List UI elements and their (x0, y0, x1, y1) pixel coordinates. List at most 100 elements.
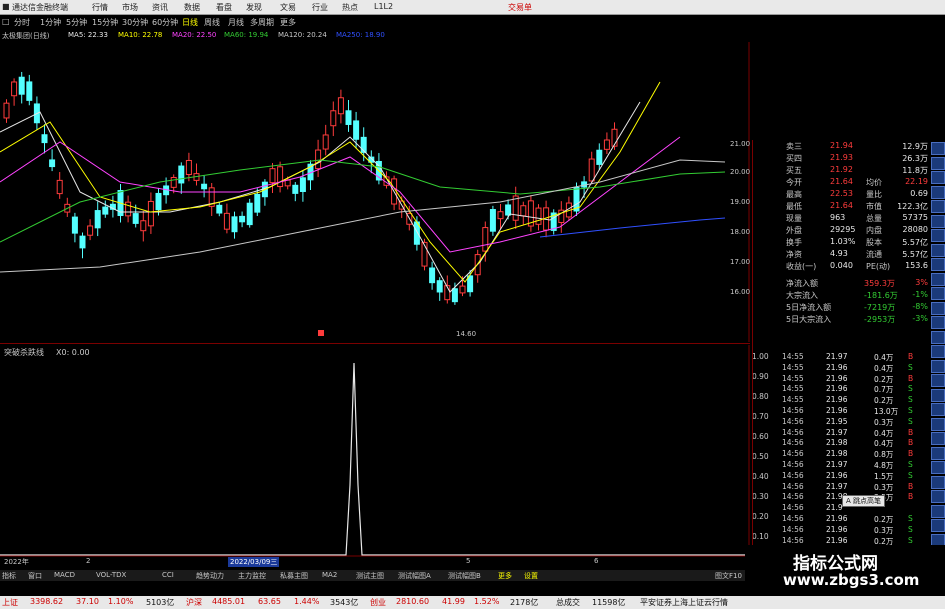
menu-wenyi[interactable]: 文易 (280, 2, 296, 13)
sidebar-tool-icon[interactable] (931, 200, 945, 213)
sidebar-tool-icon[interactable] (931, 461, 945, 474)
period-tab-1m[interactable]: 1分钟 (40, 17, 61, 28)
menu-data[interactable]: 数据 (184, 2, 200, 13)
menu-market[interactable]: 行情 (92, 2, 108, 13)
ma10-label: MA10: 22.78 (118, 31, 163, 39)
indicator-title: 突破杀跌线 (4, 347, 44, 357)
stock-name-label: 太极集团(日线) (2, 32, 50, 40)
tooltip: A 跳点高笔 (842, 495, 886, 507)
sidebar-tool-icon[interactable] (931, 417, 945, 431)
quote-right-value: 28080 (902, 225, 928, 234)
candle (429, 267, 436, 284)
indicator-tab[interactable]: MACD (54, 571, 75, 579)
sidebar-tool-icon[interactable] (931, 316, 945, 329)
period-tab-weekly[interactable]: 周线 (204, 17, 220, 28)
sidebar-tool-icon[interactable] (931, 272, 945, 286)
indicator-tab[interactable]: CCI (162, 571, 174, 579)
sidebar-tool-icon[interactable] (931, 258, 945, 271)
tick-time: 14:56 (782, 427, 804, 437)
indicator-tab[interactable]: MA2 (322, 571, 337, 579)
tick-volume: 0.2万 (874, 515, 894, 524)
status-hs-value: 4485.01 (212, 597, 246, 606)
indicator-tab[interactable]: 主力监控 (238, 571, 266, 581)
sidebar-tool-icon[interactable] (931, 403, 945, 416)
sidebar-tool-icon[interactable] (931, 519, 945, 532)
status-hs-pct: 1.44% (294, 597, 320, 606)
candle (216, 204, 223, 214)
sidebar-tool-icon[interactable] (931, 446, 945, 460)
indicator-tab[interactable]: 私募主图 (280, 571, 308, 581)
pane-divider (0, 343, 750, 344)
menu-hot[interactable]: 热点 (342, 2, 358, 13)
sidebar-tool-icon[interactable] (931, 330, 945, 344)
quote-right-value: 11.8万 (902, 166, 928, 175)
status-sh-label[interactable]: 上证 (2, 597, 18, 608)
period-tab-60m[interactable]: 60分钟 (152, 17, 178, 28)
period-tab-more[interactable]: 更多 (280, 17, 296, 28)
sidebar-tool-icon[interactable] (931, 432, 945, 445)
sidebar-tool-icon[interactable] (931, 171, 945, 184)
quote-label: 今开 (786, 178, 802, 187)
indicator-tab[interactable]: 测试主图 (356, 571, 384, 581)
sidebar-tool-icon[interactable] (931, 359, 945, 373)
tick-price: 21.98 (826, 449, 848, 459)
candle (18, 76, 25, 95)
event-marker-icon[interactable] (318, 330, 324, 336)
trade-button[interactable]: 交易单 (508, 2, 532, 13)
indicator-tab[interactable]: 设置 (524, 571, 538, 581)
candle (178, 165, 185, 184)
period-tab-fenshi[interactable]: 分时 (14, 17, 30, 28)
candlestick-chart[interactable]: 14.60 21.00 20.00 19.00 18.00 17.00 16.0… (0, 42, 750, 342)
flow-value: -2953万 (864, 315, 896, 324)
sidebar-tool-icon[interactable] (931, 374, 945, 387)
menu-l1l2[interactable]: L1L2 (374, 2, 393, 11)
sidebar-tool-icon[interactable] (931, 475, 945, 489)
period-tab-15m[interactable]: 15分钟 (92, 17, 118, 28)
sidebar-tool-icon[interactable] (931, 142, 945, 155)
ma60-label: MA60: 19.94 (224, 31, 269, 39)
f10-button[interactable]: 图文F10 (715, 571, 742, 581)
indicator-chart[interactable]: 突破杀跌线 X0: 0.00 (0, 345, 750, 557)
indicator-tab[interactable]: 窗口 (28, 571, 42, 581)
sidebar-tool-icon[interactable] (931, 301, 945, 315)
indicator-tab[interactable]: 测试幅图B (448, 571, 481, 581)
menu-discover[interactable]: 发现 (246, 2, 262, 13)
indicator-tab[interactable]: 指标 (2, 571, 16, 581)
sidebar-tool-icon[interactable] (931, 388, 945, 402)
period-tab-daily[interactable]: 日线 (182, 17, 198, 28)
sidebar-tool-icon[interactable] (931, 229, 945, 242)
menu-exchange[interactable]: 市场 (122, 2, 138, 13)
indicator-tab[interactable]: VOL-TDX (96, 571, 126, 579)
period-tab-multi[interactable]: 多周期 (250, 17, 274, 28)
sidebar-tool-icon[interactable] (931, 345, 945, 358)
quote-right-value: 0.69 (910, 189, 928, 198)
sidebar-tool-icon[interactable] (931, 504, 945, 518)
tick-list[interactable]: 14:55 21.97 0.4万 B 14:55 21.96 0.4万 S 14:55 21.96… (782, 352, 930, 552)
sidebar-tool-icon[interactable] (931, 156, 945, 170)
period-tab-monthly[interactable]: 月线 (228, 17, 244, 28)
quote-value: 963 (830, 213, 846, 222)
menu-watch[interactable]: 看盘 (216, 2, 232, 13)
tick-volume: 0.8万 (874, 450, 894, 460)
candle (94, 210, 101, 229)
sidebar-tool-icon[interactable] (931, 243, 945, 257)
quote-right-value: 5.57亿 (902, 250, 928, 259)
tick-time: 14:56 (782, 406, 804, 415)
quote-value: 21.93 (830, 153, 853, 162)
quote-label-2: 内盘 (866, 226, 882, 235)
menu-industry[interactable]: 行业 (312, 2, 328, 13)
quote-right-value: 26.3万 (902, 154, 928, 163)
status-hs-label[interactable]: 沪深 (186, 597, 202, 608)
sidebar-tool-icon[interactable] (931, 287, 945, 300)
menu-news[interactable]: 资讯 (152, 2, 168, 13)
indicator-tab[interactable]: 趋势动力 (196, 571, 224, 581)
indicator-tab[interactable]: 更多 (498, 571, 512, 581)
status-cy-label[interactable]: 创业 (370, 597, 386, 608)
sidebar-tool-icon[interactable] (931, 490, 945, 503)
sidebar-tool-icon[interactable] (931, 214, 945, 228)
period-tab-30m[interactable]: 30分钟 (122, 17, 148, 28)
indicator-tab[interactable]: 测试幅图A (398, 571, 431, 581)
period-tab-5m[interactable]: 5分钟 (66, 17, 87, 28)
quote-right-value: 12.9万 (902, 142, 928, 151)
sidebar-tool-icon[interactable] (931, 185, 945, 199)
